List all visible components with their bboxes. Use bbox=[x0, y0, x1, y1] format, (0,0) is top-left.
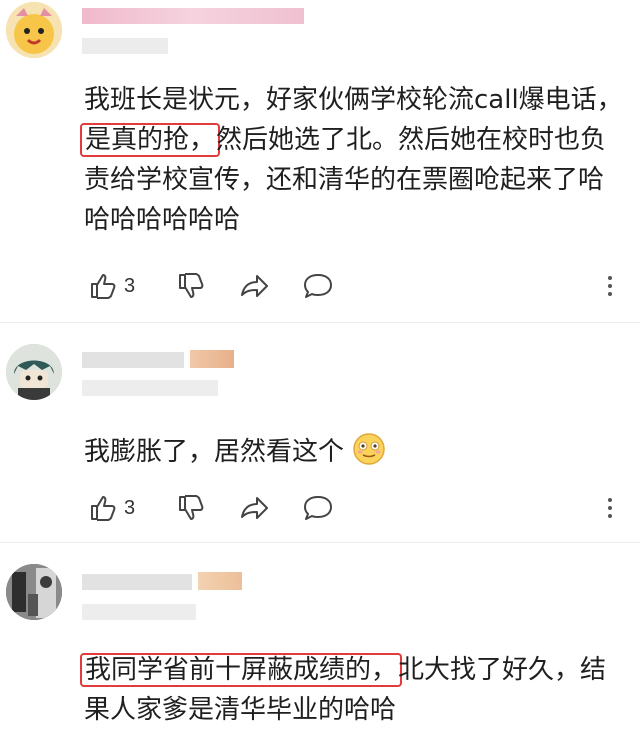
like-button[interactable]: 3 bbox=[88, 492, 135, 524]
thumbs-down-icon bbox=[179, 273, 204, 298]
like-button[interactable]: 3 bbox=[88, 270, 135, 302]
username-blurred[interactable] bbox=[82, 8, 304, 24]
metadata-blurred bbox=[82, 604, 196, 620]
reply-button[interactable] bbox=[302, 270, 334, 302]
avatar[interactable] bbox=[6, 344, 62, 400]
comment-1: 我班长是状元，好家伙俩学校轮流call爆电话，是真的抢，然后她选了北。然后她在校… bbox=[0, 0, 640, 320]
level-badge-blurred bbox=[190, 350, 234, 368]
dislike-button[interactable] bbox=[176, 270, 206, 302]
highlighted-text: 我同学省前十屏蔽成绩的， bbox=[80, 653, 403, 687]
username-blurred[interactable] bbox=[82, 352, 184, 368]
share-button[interactable] bbox=[238, 270, 270, 302]
like-count: 3 bbox=[124, 274, 136, 297]
more-vertical-icon[interactable] bbox=[606, 272, 614, 302]
comment-text-part: 我膨胀了，居然看这个 bbox=[84, 437, 345, 467]
thumbs-up-icon bbox=[91, 496, 116, 521]
smiling-emoji-icon bbox=[353, 433, 386, 465]
comment-text: 我同学省前十屏蔽成绩的，北大找了好久，结果人家爹是清华毕业的哈哈 bbox=[80, 650, 624, 730]
username-blurred[interactable] bbox=[82, 574, 192, 590]
comment-bubble-icon bbox=[304, 274, 332, 298]
cartoon-boy-avatar-icon bbox=[6, 344, 62, 400]
comment-text: 我班长是状元，好家伙俩学校轮流call爆电话，是真的抢，然后她选了北。然后她在校… bbox=[80, 80, 624, 240]
thumbs-down-icon bbox=[179, 495, 204, 520]
comment-3: 我同学省前十屏蔽成绩的，北大找了好久，结果人家爹是清华毕业的哈哈 bbox=[0, 550, 640, 734]
metadata-blurred bbox=[82, 380, 218, 396]
more-vertical-icon[interactable] bbox=[606, 494, 614, 524]
photo-avatar-icon bbox=[6, 564, 62, 620]
comment-text-part: 我班长是状元，好家伙俩学校轮流call爆电话， bbox=[84, 85, 623, 115]
comment-actions: 3 bbox=[88, 270, 628, 304]
share-arrow-icon bbox=[241, 275, 268, 297]
level-badge-blurred bbox=[198, 572, 242, 590]
share-button[interactable] bbox=[238, 492, 270, 524]
divider bbox=[0, 322, 640, 323]
like-count: 3 bbox=[124, 496, 136, 519]
comment-text: 我膨胀了，居然看这个 bbox=[84, 432, 624, 472]
reply-button[interactable] bbox=[302, 492, 334, 524]
divider bbox=[0, 542, 640, 543]
avatar[interactable] bbox=[6, 2, 62, 58]
thumbs-up-icon bbox=[91, 274, 116, 299]
metadata-blurred bbox=[82, 38, 168, 54]
highlighted-text: 是真的抢， bbox=[80, 123, 221, 157]
avatar[interactable] bbox=[6, 564, 62, 620]
comment-2: 我膨胀了，居然看这个 3 bbox=[0, 330, 640, 540]
cartoon-chick-avatar-icon bbox=[6, 2, 62, 58]
dislike-button[interactable] bbox=[176, 492, 206, 524]
share-arrow-icon bbox=[241, 497, 268, 519]
comment-actions: 3 bbox=[88, 492, 628, 526]
comment-bubble-icon bbox=[304, 496, 332, 520]
